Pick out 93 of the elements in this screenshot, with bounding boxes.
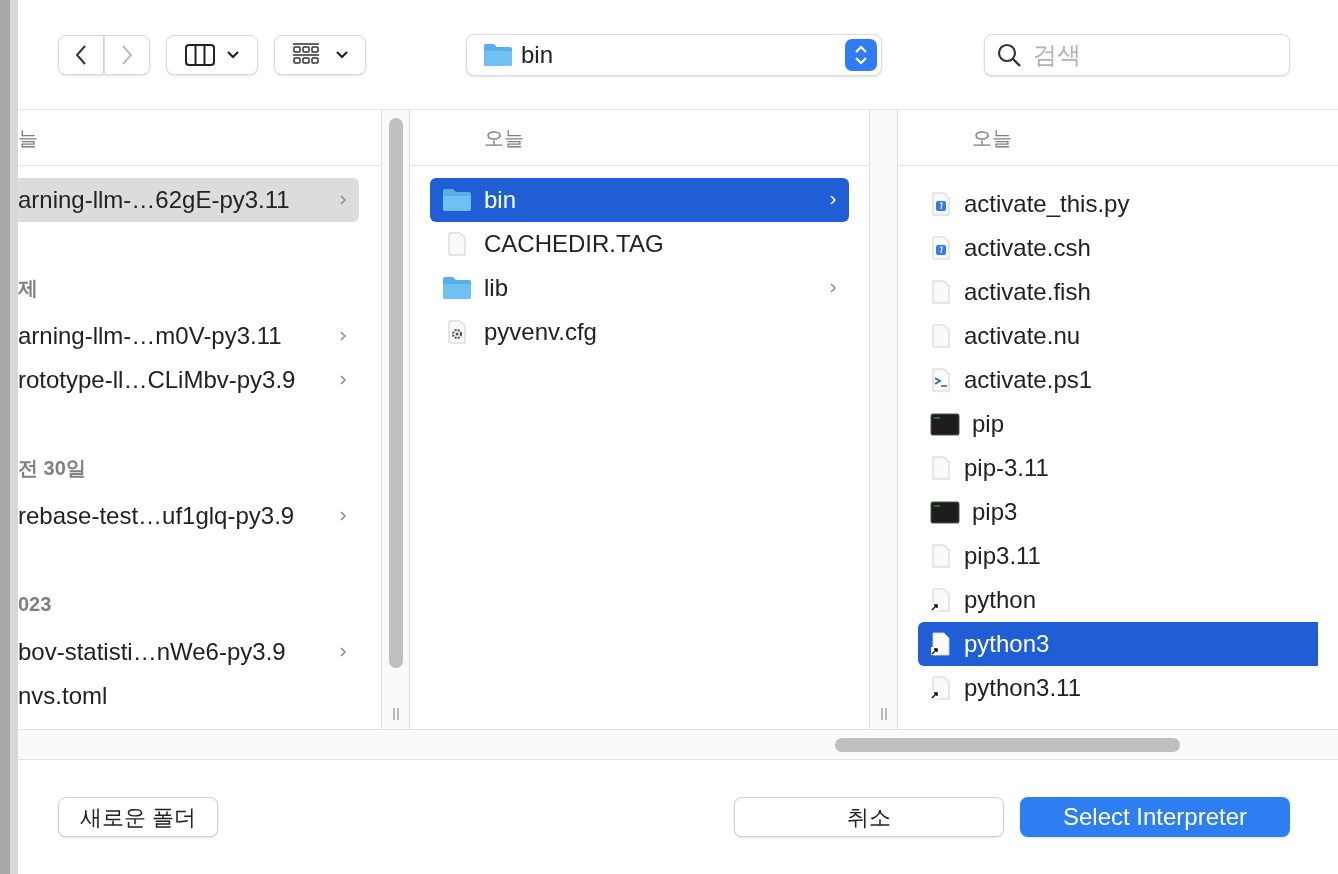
script-file-icon: [930, 192, 952, 216]
folder-name: nvs.toml: [18, 681, 109, 711]
folder-row[interactable]: arning-llm-…m0V-py3.11: [18, 314, 359, 358]
alias-file-icon: [930, 676, 952, 700]
group-button[interactable]: [274, 34, 366, 75]
scrollbar-thumb[interactable]: [835, 737, 1180, 752]
chevron-right-icon: [120, 43, 134, 66]
group-heading: 제: [18, 276, 38, 301]
file-name: pip3: [972, 497, 1018, 527]
scrollbar-thumb[interactable]: [388, 118, 403, 668]
folder-icon: [442, 276, 472, 300]
file-icon: [930, 324, 952, 348]
folder-row[interactable]: rototype-ll…CLiMbv-py3.9: [18, 358, 359, 402]
chevron-icon: [339, 510, 347, 522]
file-row[interactable]: activate_this.py: [918, 182, 1318, 226]
chevron-icon: [339, 374, 347, 386]
file-icon: [446, 232, 468, 256]
chevron-icon: [829, 194, 837, 206]
file-name: activate.ps1: [964, 365, 1093, 395]
folder-row[interactable]: bov-statisti…nWe6-py3.9: [18, 630, 359, 674]
folder-row[interactable]: bin: [430, 178, 849, 222]
folder-icon: [442, 188, 472, 212]
group-heading: 023: [18, 592, 52, 617]
file-row[interactable]: pip3: [918, 490, 1318, 534]
cancel-button[interactable]: 취소: [734, 797, 1004, 837]
file-name: pyvenv.cfg: [484, 317, 598, 347]
path-popup[interactable]: bin: [466, 33, 882, 76]
resize-handle-icon[interactable]: [390, 707, 401, 721]
chevron-icon: [829, 282, 837, 294]
folder-icon: [483, 42, 513, 67]
group-heading: 늘: [18, 125, 38, 151]
view-mode-button[interactable]: [166, 34, 258, 75]
file-row[interactable]: pip-3.11: [918, 446, 1318, 490]
file-row[interactable]: activate.nu: [918, 314, 1318, 358]
file-name: activate.csh: [964, 233, 1091, 263]
prompt-file-icon: [930, 368, 952, 392]
file-row[interactable]: python3.11: [918, 666, 1318, 710]
file-name: pip: [972, 409, 1005, 439]
file-row[interactable]: python: [918, 578, 1318, 622]
folder-name: arning-llm-…62gE-py3.11: [18, 185, 291, 215]
file-row[interactable]: activate.fish: [918, 270, 1318, 314]
select-interpreter-button[interactable]: Select Interpreter: [1020, 797, 1290, 837]
file-name: activate.nu: [964, 321, 1081, 351]
folder-name: arning-llm-…m0V-py3.11: [18, 321, 283, 351]
search-icon: [996, 41, 1022, 68]
file-name: activate_this.py: [964, 189, 1130, 219]
chevron-icon: [339, 646, 347, 658]
file-name: python: [964, 585, 1037, 615]
search-field[interactable]: 검색: [984, 33, 1290, 76]
chevron-icon: [339, 330, 347, 342]
file-icon: [930, 544, 952, 568]
file-row[interactable]: pip3.11: [918, 534, 1318, 578]
column-header: 오늘: [972, 125, 1012, 151]
script-file-icon: [930, 236, 952, 260]
caret-icon: [227, 50, 239, 59]
folder-row[interactable]: lib: [430, 266, 849, 310]
terminal-icon: [930, 412, 960, 436]
alias-file-icon: [930, 632, 952, 656]
chevron-icon: [339, 194, 347, 206]
back-button[interactable]: [58, 34, 104, 75]
folder-row[interactable]: arning-llm-…62gE-py3.11: [18, 178, 359, 222]
caret-icon: [336, 50, 348, 59]
new-folder-button[interactable]: 새로운 폴더: [58, 797, 218, 837]
file-name: python3.11: [964, 673, 1081, 703]
stepper-icon: [845, 38, 877, 71]
group-heading: 전 30일: [18, 456, 86, 481]
folder-name: bin: [484, 185, 518, 215]
gear-file-icon: [446, 320, 468, 344]
file-name: pip3.11: [964, 541, 1041, 571]
terminal-icon: [930, 500, 960, 524]
folder-name: rototype-ll…CLiMbv-py3.9: [18, 365, 297, 395]
columns-icon: [185, 42, 215, 67]
file-row[interactable]: activate.ps1: [918, 358, 1318, 402]
file-row[interactable]: python3: [918, 622, 1318, 666]
folder-name: rebase-test…uf1glq-py3.9: [18, 501, 296, 531]
file-name: pip-3.11: [964, 453, 1049, 483]
file-name: CACHEDIR.TAG: [484, 229, 665, 259]
column-header: 오늘: [484, 125, 524, 151]
folder-row[interactable]: nvs.toml: [18, 674, 359, 718]
folder-name: lib: [484, 273, 509, 303]
resize-handle-icon[interactable]: [878, 707, 889, 721]
file-row[interactable]: CACHEDIR.TAG: [430, 222, 849, 266]
file-name: activate.fish: [964, 277, 1091, 307]
file-name: python3: [964, 629, 1050, 659]
file-icon: [930, 280, 952, 304]
folder-name: bov-statisti…nWe6-py3.9: [18, 637, 287, 667]
chevron-left-icon: [74, 43, 88, 66]
file-icon: [930, 456, 952, 480]
file-row[interactable]: activate.csh: [918, 226, 1318, 270]
alias-file-icon: [930, 588, 952, 612]
file-row[interactable]: pyvenv.cfg: [430, 310, 849, 354]
file-row[interactable]: pip: [918, 402, 1318, 446]
folder-row[interactable]: rebase-test…uf1glq-py3.9: [18, 494, 359, 538]
